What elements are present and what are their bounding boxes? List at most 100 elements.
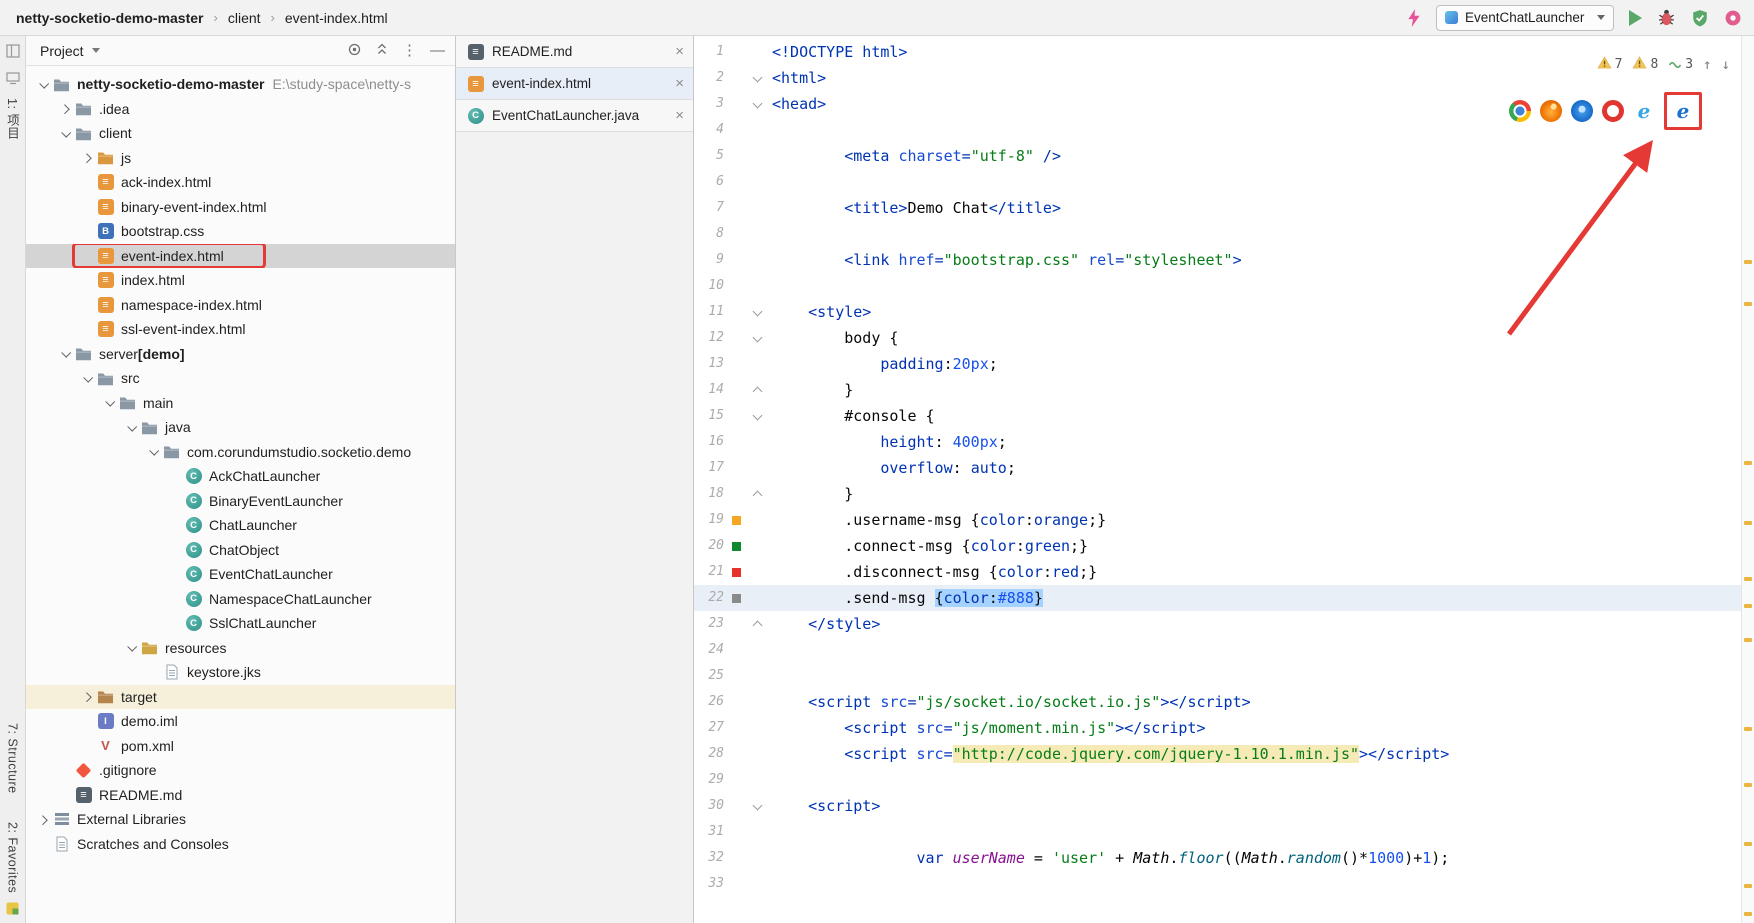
hide-panel-icon[interactable]: ― — [430, 43, 445, 58]
code-line[interactable] — [768, 637, 1741, 663]
gutter[interactable]: 5 — [694, 143, 768, 169]
code-line[interactable] — [768, 871, 1741, 897]
error-stripe[interactable] — [1741, 36, 1754, 923]
warning-stripe-mark[interactable] — [1744, 727, 1752, 731]
next-warning-arrow-icon[interactable]: ↓ — [1722, 57, 1730, 73]
tree-item[interactable]: ≡ ack-index.html — [26, 170, 455, 195]
gutter[interactable]: 27 — [694, 715, 768, 741]
lightning-icon[interactable] — [1407, 8, 1421, 27]
gutter[interactable]: 30 — [694, 793, 768, 819]
code-line[interactable]: } — [768, 481, 1741, 507]
gutter[interactable]: 12 — [694, 325, 768, 351]
gutter[interactable]: 25 — [694, 663, 768, 689]
tree-item[interactable]: .gitignore — [26, 758, 455, 783]
code-line[interactable]: <style> — [768, 299, 1741, 325]
run-config-select[interactable]: EventChatLauncher — [1436, 4, 1614, 31]
toolwindow-layout-icon[interactable] — [5, 44, 20, 61]
warning-stripe-mark[interactable] — [1744, 884, 1752, 888]
warning-stripe-mark[interactable] — [1744, 783, 1752, 787]
close-icon[interactable]: × — [675, 43, 684, 60]
breadcrumb-item[interactable]: client — [228, 10, 261, 26]
code-line[interactable]: height: 400px; — [768, 429, 1741, 455]
gutter[interactable]: 17 — [694, 455, 768, 481]
tree-item[interactable]: C BinaryEventLauncher — [26, 489, 455, 514]
code-line[interactable]: <html> — [768, 65, 1741, 91]
tree-item[interactable]: Scratches and Consoles — [26, 832, 455, 857]
chevron-down-icon[interactable] — [56, 348, 74, 358]
gutter[interactable]: 10 — [694, 273, 768, 299]
edge-browser-icon[interactable]: e — [1672, 99, 1694, 123]
tree-item[interactable]: js — [26, 146, 455, 171]
gutter[interactable]: 1 — [694, 39, 768, 65]
code-line[interactable]: <!DOCTYPE html> — [768, 39, 1741, 65]
code-line[interactable]: var userName = 'user' + Math.floor((Math… — [768, 845, 1741, 871]
code-line[interactable]: .send-msg {color:#888} — [768, 585, 1741, 611]
run-with-coverage-button[interactable] — [1691, 9, 1709, 27]
code-line[interactable]: .disconnect-msg {color:red;} — [768, 559, 1741, 585]
chrome-browser-icon[interactable] — [1509, 100, 1531, 122]
gutter[interactable]: 23 — [694, 611, 768, 637]
ie-browser-icon[interactable]: e — [1633, 99, 1655, 123]
tree-item[interactable]: C SslChatLauncher — [26, 611, 455, 636]
toolwindow-tab-project[interactable]: 1: 项目 — [3, 98, 22, 139]
tree-item[interactable]: src — [26, 366, 455, 391]
chevron-down-icon[interactable] — [144, 446, 162, 456]
code-line[interactable]: body { — [768, 325, 1741, 351]
tree-item[interactable]: C NamespaceChatLauncher — [26, 587, 455, 612]
code-line[interactable] — [768, 819, 1741, 845]
code-line[interactable]: <title>Demo Chat</title> — [768, 195, 1741, 221]
gutter[interactable]: 22 — [694, 585, 768, 611]
gutter[interactable]: 29 — [694, 767, 768, 793]
code-line[interactable]: #console { — [768, 403, 1741, 429]
gutter[interactable]: 32 — [694, 845, 768, 871]
code-line[interactable]: .connect-msg {color:green;} — [768, 533, 1741, 559]
toolwindow-quick-access-icon[interactable] — [6, 902, 19, 918]
tree-item[interactable]: resources — [26, 636, 455, 661]
gutter[interactable]: 8 — [694, 221, 768, 247]
chevron-down-icon[interactable] — [122, 642, 140, 652]
tree-item[interactable]: keystore.jks — [26, 660, 455, 685]
editor-tab[interactable]: C EventChatLauncher.java × — [456, 100, 693, 132]
gutter[interactable]: 21 — [694, 559, 768, 585]
gutter[interactable]: 18 — [694, 481, 768, 507]
fold-marker-icon[interactable] — [752, 410, 763, 421]
firefox-browser-icon[interactable] — [1540, 100, 1562, 122]
gutter[interactable]: 28 — [694, 741, 768, 767]
code-line[interactable]: <script src="js/moment.min.js"></script> — [768, 715, 1741, 741]
tree-item[interactable]: server [demo] — [26, 342, 455, 367]
debug-button[interactable] — [1657, 8, 1676, 27]
breadcrumb-item[interactable]: netty-socketio-demo-master — [16, 10, 204, 26]
project-view-selector[interactable]: Project — [40, 43, 84, 59]
tree-item[interactable]: ≡ README.md — [26, 783, 455, 808]
profiler-button[interactable] — [1724, 9, 1742, 27]
tree-item[interactable]: ≡ namespace-index.html — [26, 293, 455, 318]
warning-stripe-mark[interactable] — [1744, 461, 1752, 465]
fold-marker-icon[interactable] — [752, 620, 763, 631]
typos-indicator[interactable]: 3 — [1668, 57, 1693, 73]
tree-item[interactable]: C EventChatLauncher — [26, 562, 455, 587]
monitor-icon[interactable] — [5, 71, 20, 88]
code-line[interactable]: <meta charset="utf-8" /> — [768, 143, 1741, 169]
code-line[interactable] — [768, 169, 1741, 195]
chevron-right-icon[interactable] — [56, 104, 74, 115]
gutter[interactable]: 9 — [694, 247, 768, 273]
code-line[interactable] — [768, 663, 1741, 689]
chevron-down-icon[interactable] — [34, 78, 52, 89]
collapse-all-icon[interactable] — [375, 42, 389, 59]
more-options-icon[interactable]: ⋮ — [402, 43, 417, 58]
tree-item[interactable]: Bbootstrap.css — [26, 219, 455, 244]
editor-tab[interactable]: ≡ event-index.html × — [456, 68, 693, 100]
tree-item[interactable]: ≡ binary-event-index.html — [26, 195, 455, 220]
chevron-down-icon[interactable] — [122, 421, 140, 432]
warning-stripe-mark[interactable] — [1744, 842, 1752, 846]
fold-marker-icon[interactable] — [752, 306, 763, 317]
tree-item[interactable]: java — [26, 415, 455, 440]
gutter[interactable]: 14 — [694, 377, 768, 403]
tree-item[interactable]: target — [26, 684, 455, 709]
gutter[interactable]: 20 — [694, 533, 768, 559]
gutter[interactable]: 7 — [694, 195, 768, 221]
tree-item[interactable]: .idea — [26, 97, 455, 122]
gutter[interactable]: 16 — [694, 429, 768, 455]
gutter[interactable]: 13 — [694, 351, 768, 377]
weak-warnings-indicator[interactable]: 8 — [1632, 56, 1658, 73]
